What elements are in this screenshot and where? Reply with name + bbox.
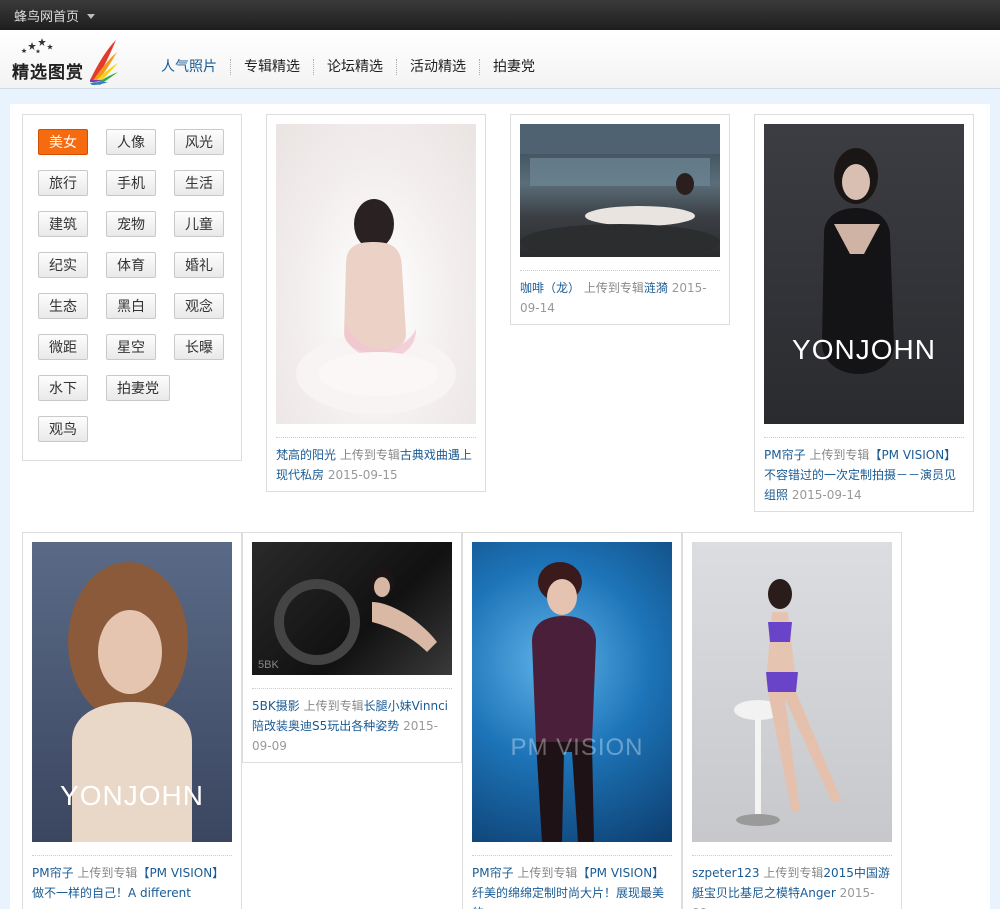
tag-portrait[interactable]: 人像 bbox=[106, 129, 156, 155]
nav-item-wife-photo[interactable]: 拍妻党 bbox=[480, 58, 548, 76]
tag-travel[interactable]: 旅行 bbox=[38, 170, 88, 196]
photo-card: YONJOHN PM帘子 上传到专辑【PM VISION】不容错过的一次定制拍摄… bbox=[754, 114, 974, 512]
author-link[interactable]: szpeter123 bbox=[692, 866, 759, 880]
tag-birding[interactable]: 观鸟 bbox=[38, 416, 88, 442]
main-nav: 人气照片 专辑精选 论坛精选 活动精选 拍妻党 bbox=[148, 58, 548, 76]
photo-card: 5BK 5BK摄影 上传到专辑长腿小妹Vinnci陪改装奥迪S5玩出各种姿势 2… bbox=[242, 532, 462, 763]
home-link[interactable]: 蜂鸟网首页 bbox=[14, 6, 79, 25]
svg-text:5BK: 5BK bbox=[258, 659, 279, 671]
photo-caption: PM帘子 上传到专辑【PM VISION】做不一样的自己！A different bbox=[32, 855, 232, 903]
figure-silhouette bbox=[822, 148, 894, 374]
upload-text: 上传到专辑 bbox=[303, 699, 364, 713]
photo-thumbnail[interactable]: 5BK bbox=[252, 542, 452, 675]
upload-text: 上传到专辑 bbox=[517, 866, 578, 880]
logo-text: 精选图赏 bbox=[12, 63, 84, 83]
tag-mobile[interactable]: 手机 bbox=[106, 170, 156, 196]
photo-caption: PM帘子 上传到专辑【PM VISION】纤美的绵绵定制时尚大片！展现最美的 bbox=[472, 855, 672, 909]
nav-item-albums[interactable]: 专辑精选 bbox=[231, 58, 313, 76]
figure-silhouette bbox=[520, 124, 720, 257]
tag-long-exposure[interactable]: 长曝 bbox=[174, 334, 224, 360]
photo-watermark: PM VISION bbox=[510, 734, 644, 761]
upload-text: 上传到专辑 bbox=[583, 281, 644, 295]
category-tag-panel: 美女 人像 风光 旅行 手机 生活 建筑 宠物 儿童 纪实 体育 婚礼 生态 黑… bbox=[22, 114, 242, 461]
author-link[interactable]: 咖啡（龙） bbox=[520, 281, 580, 295]
tag-beauty[interactable]: 美女 bbox=[38, 129, 88, 155]
tag-underwater[interactable]: 水下 bbox=[38, 375, 88, 401]
top-bar: 蜂鸟网首页 bbox=[0, 0, 1000, 30]
author-link[interactable]: PM帘子 bbox=[32, 866, 74, 880]
tag-documentary[interactable]: 纪实 bbox=[38, 252, 88, 278]
photo-caption: 5BK摄影 上传到专辑长腿小妹Vinnci陪改装奥迪S5玩出各种姿势 2015-… bbox=[252, 688, 452, 756]
photo-watermark: YONJOHN bbox=[792, 334, 936, 365]
upload-text: 上传到专辑 bbox=[77, 866, 138, 880]
tag-starry-sky[interactable]: 星空 bbox=[106, 334, 156, 360]
photo-card: YONJOHN PM帘子 上传到专辑【PM VISION】做不一样的自己！A d… bbox=[22, 532, 242, 909]
tag-wedding[interactable]: 婚礼 bbox=[174, 252, 224, 278]
photo-card: 咖啡（龙） 上传到专辑涟漪 2015-09-14 bbox=[510, 114, 730, 325]
upload-text: 上传到专辑 bbox=[763, 866, 824, 880]
figure-silhouette bbox=[532, 562, 596, 842]
photo-caption: 咖啡（龙） 上传到专辑涟漪 2015-09-14 bbox=[520, 270, 720, 318]
photo-watermark: YONJOHN bbox=[60, 780, 204, 811]
photo-thumbnail[interactable] bbox=[520, 124, 720, 257]
home-menu[interactable]: 蜂鸟网首页 bbox=[14, 6, 96, 25]
tag-ecology[interactable]: 生态 bbox=[38, 293, 88, 319]
logo[interactable]: 精选图赏 bbox=[10, 36, 120, 86]
album-link[interactable]: 涟漪 bbox=[644, 281, 668, 295]
figure-silhouette: 5BK bbox=[258, 567, 437, 671]
tag-pets[interactable]: 宠物 bbox=[106, 211, 156, 237]
photo-caption: szpeter123 上传到专辑2015中国游艇宝贝比基尼之模特Anger 20… bbox=[692, 855, 892, 909]
author-link[interactable]: 5BK摄影 bbox=[252, 699, 300, 713]
upload-text: 上传到专辑 bbox=[809, 448, 870, 462]
author-link[interactable]: PM帘子 bbox=[472, 866, 514, 880]
tag-macro[interactable]: 微距 bbox=[38, 334, 88, 360]
tag-architecture[interactable]: 建筑 bbox=[38, 211, 88, 237]
photo-caption: PM帘子 上传到专辑【PM VISION】不容错过的一次定制拍摄－－演员见组照 … bbox=[764, 437, 964, 505]
nav-item-popular[interactable]: 人气照片 bbox=[148, 58, 230, 76]
photo-caption: 梵高的阳光 上传到专辑古典戏曲遇上现代私房 2015-09-15 bbox=[276, 437, 476, 485]
chevron-down-icon[interactable] bbox=[87, 13, 96, 19]
tag-black-white[interactable]: 黑白 bbox=[106, 293, 156, 319]
tag-landscape[interactable]: 风光 bbox=[174, 129, 224, 155]
figure-silhouette bbox=[296, 199, 456, 414]
upload-text: 上传到专辑 bbox=[339, 448, 400, 462]
photo-card: PM VISION PM帘子 上传到专辑【PM VISION】纤美的绵绵定制时尚… bbox=[462, 532, 682, 909]
figure-silhouette bbox=[734, 579, 842, 826]
site-header: 精选图赏 人气照片 专辑精选 论坛精选 活动精选 拍妻党 bbox=[0, 30, 1000, 89]
photo-thumbnail[interactable]: YONJOHN bbox=[32, 542, 232, 842]
nav-item-forum[interactable]: 论坛精选 bbox=[314, 58, 396, 76]
author-link[interactable]: 梵高的阳光 bbox=[276, 448, 336, 462]
nav-item-events[interactable]: 活动精选 bbox=[397, 58, 479, 76]
photo-card: 梵高的阳光 上传到专辑古典戏曲遇上现代私房 2015-09-15 bbox=[266, 114, 486, 492]
photo-card: szpeter123 上传到专辑2015中国游艇宝贝比基尼之模特Anger 20… bbox=[682, 532, 902, 909]
upload-date: 2015-09-15 bbox=[327, 468, 398, 482]
tag-sports[interactable]: 体育 bbox=[106, 252, 156, 278]
author-link[interactable]: PM帘子 bbox=[764, 448, 806, 462]
photo-thumbnail[interactable] bbox=[276, 124, 476, 424]
photo-thumbnail[interactable] bbox=[692, 542, 892, 842]
tag-life[interactable]: 生活 bbox=[174, 170, 224, 196]
upload-date: 2015-09-14 bbox=[791, 488, 862, 502]
tag-concept[interactable]: 观念 bbox=[174, 293, 224, 319]
photo-thumbnail[interactable]: YONJOHN bbox=[764, 124, 964, 424]
tag-wife-photo[interactable]: 拍妻党 bbox=[106, 375, 170, 401]
photo-thumbnail[interactable]: PM VISION bbox=[472, 542, 672, 842]
tag-children[interactable]: 儿童 bbox=[174, 211, 224, 237]
